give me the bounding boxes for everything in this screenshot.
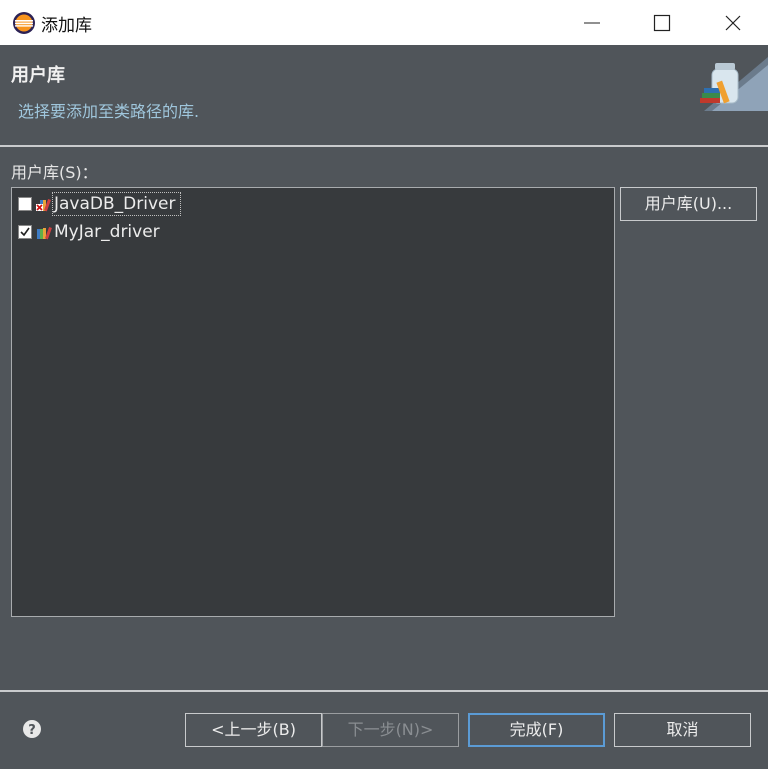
svg-text:?: ? bbox=[28, 723, 36, 738]
close-icon bbox=[725, 15, 741, 31]
maximize-icon bbox=[653, 14, 671, 32]
title-bar: 添加库 bbox=[0, 0, 768, 45]
minimize-button[interactable] bbox=[557, 0, 627, 45]
user-libraries-button[interactable]: 用户库(U)... bbox=[620, 187, 757, 221]
back-button[interactable]: <上一步(B) bbox=[185, 713, 322, 747]
eclipse-icon bbox=[12, 11, 36, 35]
user-library-list[interactable]: JavaDB_Driver MyJar_driver bbox=[11, 187, 615, 617]
help-icon[interactable]: ? bbox=[22, 719, 42, 739]
library-banner-icon bbox=[692, 57, 768, 111]
dialog-header: 用户库 选择要添加至类路径的库. bbox=[0, 45, 768, 145]
window-title: 添加库 bbox=[41, 16, 92, 36]
minimize-icon bbox=[584, 22, 600, 24]
footer-divider bbox=[0, 690, 768, 692]
page-description: 选择要添加至类路径的库. bbox=[18, 102, 200, 121]
list-item-label: JavaDB_Driver bbox=[51, 192, 182, 216]
page-title: 用户库 bbox=[11, 65, 65, 86]
close-button[interactable] bbox=[698, 0, 768, 45]
next-button[interactable]: 下一步(N)> bbox=[322, 713, 459, 747]
list-item-myjar-driver[interactable]: MyJar_driver bbox=[17, 219, 317, 245]
checkmark-icon bbox=[20, 227, 30, 237]
maximize-button[interactable] bbox=[627, 0, 697, 45]
javadb-driver-checkbox[interactable] bbox=[18, 197, 32, 211]
list-item-label: MyJar_driver bbox=[54, 222, 160, 242]
myjar-driver-checkbox[interactable] bbox=[18, 225, 32, 239]
finish-button[interactable]: 完成(F) bbox=[468, 713, 605, 747]
cancel-button[interactable]: 取消 bbox=[614, 713, 751, 747]
header-divider bbox=[0, 145, 768, 147]
user-library-list-label: 用户库(S)： bbox=[11, 163, 98, 182]
list-item-javadb-driver[interactable]: JavaDB_Driver bbox=[17, 191, 317, 217]
library-icon bbox=[36, 224, 52, 240]
library-error-icon bbox=[36, 196, 52, 212]
